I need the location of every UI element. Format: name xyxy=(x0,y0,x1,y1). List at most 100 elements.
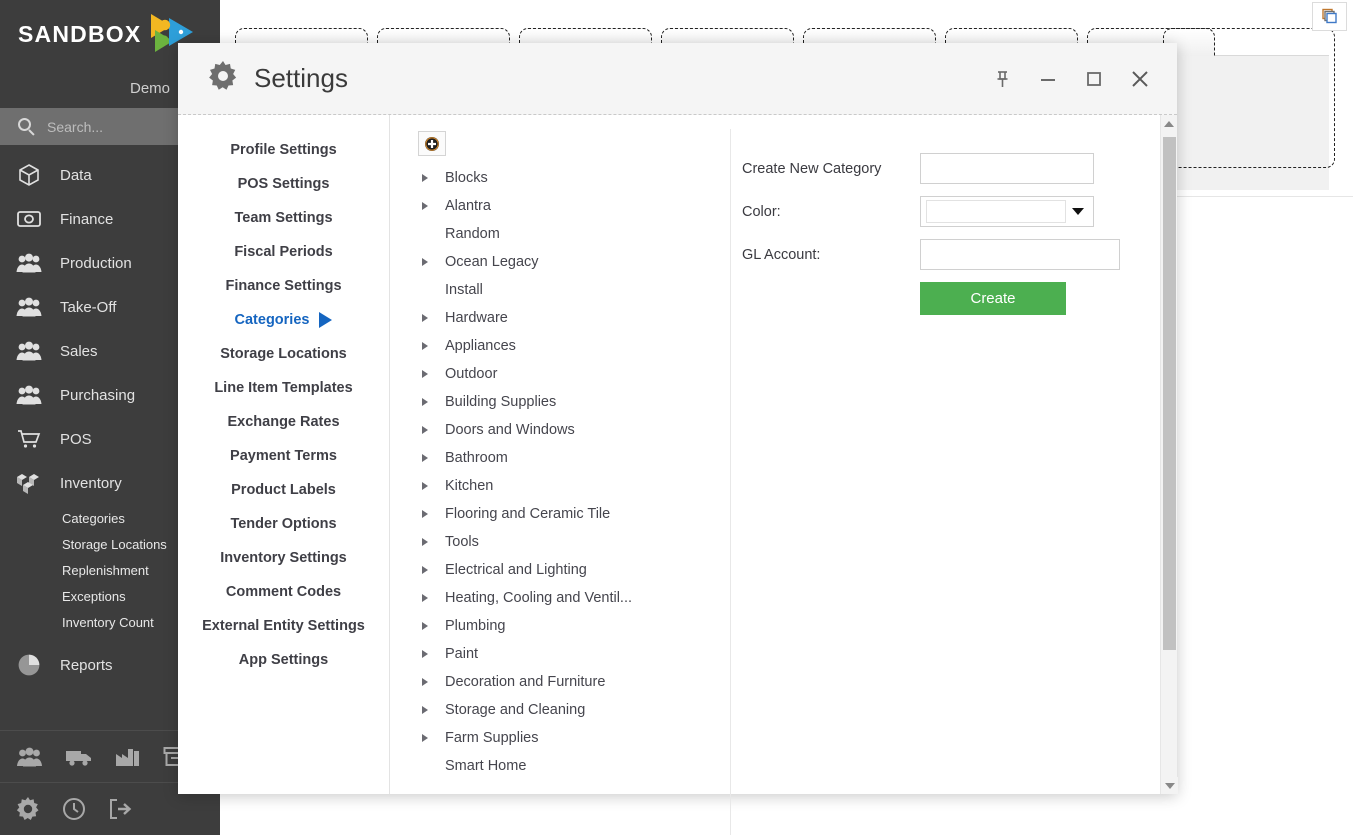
scrollbar-thumb[interactable] xyxy=(1163,137,1176,650)
settings-menu-item-team-settings[interactable]: Team Settings xyxy=(234,201,332,235)
truck-icon[interactable] xyxy=(65,747,93,767)
settings-menu-item-payment-terms[interactable]: Payment Terms xyxy=(230,439,337,473)
maximize-button[interactable] xyxy=(1081,66,1107,92)
tree-node[interactable]: Blocks xyxy=(418,164,730,192)
boxes-icon xyxy=(14,470,44,496)
tree-node-label: Electrical and Lighting xyxy=(445,562,587,578)
tree-node[interactable]: Kitchen xyxy=(418,472,730,500)
menu-label: Storage Locations xyxy=(220,346,347,362)
settings-menu-item-product-labels[interactable]: Product Labels xyxy=(231,473,336,507)
logout-icon[interactable] xyxy=(108,798,132,820)
tree-node-label: Tools xyxy=(445,534,479,550)
settings-menu-item-fiscal-periods[interactable]: Fiscal Periods xyxy=(234,235,332,269)
settings-menu-item-categories[interactable]: Categories xyxy=(235,303,333,337)
tree-node[interactable]: Storage and Cleaning xyxy=(418,696,730,724)
settings-menu-item-tender-options[interactable]: Tender Options xyxy=(230,507,336,541)
application-root: SANDBOX Demo Search... Data Finance Prod… xyxy=(0,0,1353,835)
expand-triangle-icon[interactable] xyxy=(418,650,440,658)
search-placeholder: Search... xyxy=(47,118,104,135)
settings-menu-item-app-settings[interactable]: App Settings xyxy=(239,643,328,677)
people-icon xyxy=(14,382,44,408)
settings-menu-item-storage-locations[interactable]: Storage Locations xyxy=(220,337,347,371)
add-category-button[interactable] xyxy=(418,131,446,156)
settings-menu-item-profile-settings[interactable]: Profile Settings xyxy=(230,133,336,167)
tree-node[interactable]: Bathroom xyxy=(418,444,730,472)
tree-node[interactable]: Random xyxy=(418,220,730,248)
expand-triangle-icon[interactable] xyxy=(418,398,440,406)
create-button-row: Create xyxy=(742,282,1177,315)
tree-node[interactable]: Heating, Cooling and Ventil... xyxy=(418,584,730,612)
tree-node[interactable]: Outdoor xyxy=(418,360,730,388)
settings-menu-item-line-item-templates[interactable]: Line Item Templates xyxy=(214,371,352,405)
tree-node[interactable]: Farm Supplies xyxy=(418,724,730,752)
pin-button[interactable] xyxy=(989,66,1015,92)
create-category-button[interactable]: Create xyxy=(920,282,1066,315)
tree-node-label: Decoration and Furniture xyxy=(445,674,606,690)
close-button[interactable] xyxy=(1127,66,1153,92)
category-tree: Blocks Alantra Random Ocean Legacy Insta… xyxy=(390,115,730,794)
people-icon[interactable] xyxy=(16,747,43,767)
tree-node[interactable]: Install xyxy=(418,276,730,304)
settings-menu-item-pos-settings[interactable]: POS Settings xyxy=(238,167,330,201)
settings-menu-item-inventory-settings[interactable]: Inventory Settings xyxy=(220,541,347,575)
tree-node[interactable]: Paint xyxy=(418,640,730,668)
tree-node[interactable]: Hardware xyxy=(418,304,730,332)
menu-label: POS Settings xyxy=(237,176,330,192)
box-icon xyxy=(14,162,44,188)
expand-triangle-icon[interactable] xyxy=(418,566,440,574)
expand-triangle-icon[interactable] xyxy=(418,174,440,182)
expand-triangle-icon[interactable] xyxy=(418,538,440,546)
settings-dialog-header[interactable]: Settings xyxy=(178,43,1177,115)
tree-node[interactable]: Building Supplies xyxy=(418,388,730,416)
tree-node[interactable]: Alantra xyxy=(418,192,730,220)
tree-node[interactable]: Electrical and Lighting xyxy=(418,556,730,584)
expand-triangle-icon[interactable] xyxy=(418,454,440,462)
settings-menu-item-comment-codes[interactable]: Comment Codes xyxy=(226,575,341,609)
copy-windows-button[interactable] xyxy=(1312,2,1347,31)
tree-node-label: Random xyxy=(445,226,500,242)
expand-triangle-icon[interactable] xyxy=(418,314,440,322)
chevron-down-icon[interactable] xyxy=(1066,208,1090,215)
expand-triangle-icon[interactable] xyxy=(418,510,440,518)
tree-node[interactable]: Smart Home xyxy=(418,752,730,780)
expand-triangle-icon[interactable] xyxy=(418,342,440,350)
tree-node[interactable]: Ocean Legacy xyxy=(418,248,730,276)
scroll-up-button[interactable] xyxy=(1161,115,1177,132)
tree-node-label: Install xyxy=(445,282,483,298)
category-color-label: Color: xyxy=(742,203,781,220)
expand-triangle-icon[interactable] xyxy=(418,482,440,490)
menu-label: Product Labels xyxy=(231,482,336,498)
expand-triangle-icon[interactable] xyxy=(418,678,440,686)
category-color-picker[interactable] xyxy=(920,196,1094,227)
tree-node[interactable]: Decoration and Furniture xyxy=(418,668,730,696)
tree-node[interactable]: Appliances xyxy=(418,332,730,360)
tree-node[interactable]: Flooring and Ceramic Tile xyxy=(418,500,730,528)
tree-node[interactable]: Plumbing xyxy=(418,612,730,640)
expand-triangle-icon[interactable] xyxy=(418,622,440,630)
scroll-down-button[interactable] xyxy=(1161,777,1178,794)
tree-node[interactable]: Tools xyxy=(418,528,730,556)
tree-node-label: Plumbing xyxy=(445,618,506,634)
expand-triangle-icon[interactable] xyxy=(418,202,440,210)
expand-triangle-icon[interactable] xyxy=(418,370,440,378)
minimize-button[interactable] xyxy=(1035,66,1061,92)
menu-label: Fiscal Periods xyxy=(234,244,333,260)
settings-menu-item-finance-settings[interactable]: Finance Settings xyxy=(225,269,341,303)
sidebar-item-label: Sales xyxy=(60,342,98,360)
category-gl-account-input[interactable] xyxy=(920,239,1120,270)
settings-menu-item-exchange-rates[interactable]: Exchange Rates xyxy=(227,405,339,439)
clock-icon[interactable] xyxy=(62,797,86,821)
settings-menu-item-external-entity-settings[interactable]: External Entity Settings xyxy=(202,609,365,643)
factory-icon[interactable] xyxy=(115,747,141,767)
people-icon xyxy=(14,250,44,276)
category-name-input[interactable] xyxy=(920,153,1094,184)
expand-triangle-icon[interactable] xyxy=(418,258,440,266)
menu-label: Payment Terms xyxy=(230,448,337,464)
expand-triangle-icon[interactable] xyxy=(418,426,440,434)
expand-triangle-icon[interactable] xyxy=(418,706,440,714)
expand-triangle-icon[interactable] xyxy=(418,594,440,602)
tree-node[interactable]: Doors and Windows xyxy=(418,416,730,444)
expand-triangle-icon[interactable] xyxy=(418,734,440,742)
categories-scrollbar[interactable] xyxy=(1160,115,1178,794)
gear-icon[interactable] xyxy=(16,797,40,821)
